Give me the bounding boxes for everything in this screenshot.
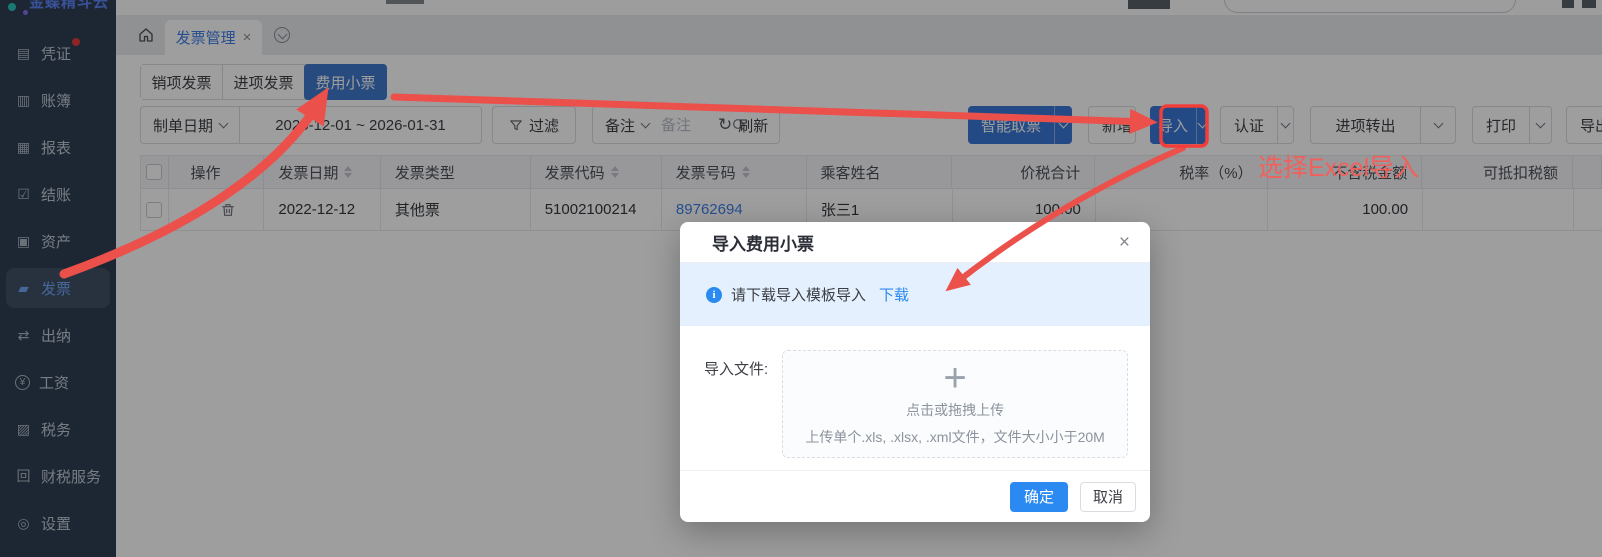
upload-description: 上传单个.xls, .xlsx, .xml文件，文件大小小于20M — [805, 427, 1104, 447]
upload-dropzone[interactable]: + 点击或拖拽上传 上传单个.xls, .xlsx, .xml文件，文件大小小于… — [782, 350, 1128, 458]
modal-title: 导入费用小票 — [712, 230, 1119, 255]
info-icon: i — [706, 287, 722, 303]
modal-body: 导入文件: + 点击或拖拽上传 上传单个.xls, .xlsx, .xml文件，… — [680, 326, 1150, 470]
close-icon[interactable]: × — [1119, 233, 1130, 252]
modal-header: 导入费用小票 × — [680, 222, 1150, 263]
modal-footer: 确定 取消 — [680, 470, 1150, 522]
cancel-button[interactable]: 取消 — [1080, 482, 1136, 512]
banner-text: 请下载导入模板导入 — [731, 284, 866, 305]
import-file-label: 导入文件: — [704, 358, 768, 379]
info-banner: i 请下载导入模板导入 下载 — [680, 263, 1150, 326]
import-expense-modal: 导入费用小票 × i 请下载导入模板导入 下载 导入文件: + 点击或拖拽上传 … — [680, 222, 1150, 522]
upload-hint: 点击或拖拽上传 — [906, 400, 1004, 420]
download-template-link[interactable]: 下载 — [879, 284, 909, 305]
confirm-button[interactable]: 确定 — [1010, 482, 1068, 512]
plus-icon: + — [943, 361, 966, 395]
